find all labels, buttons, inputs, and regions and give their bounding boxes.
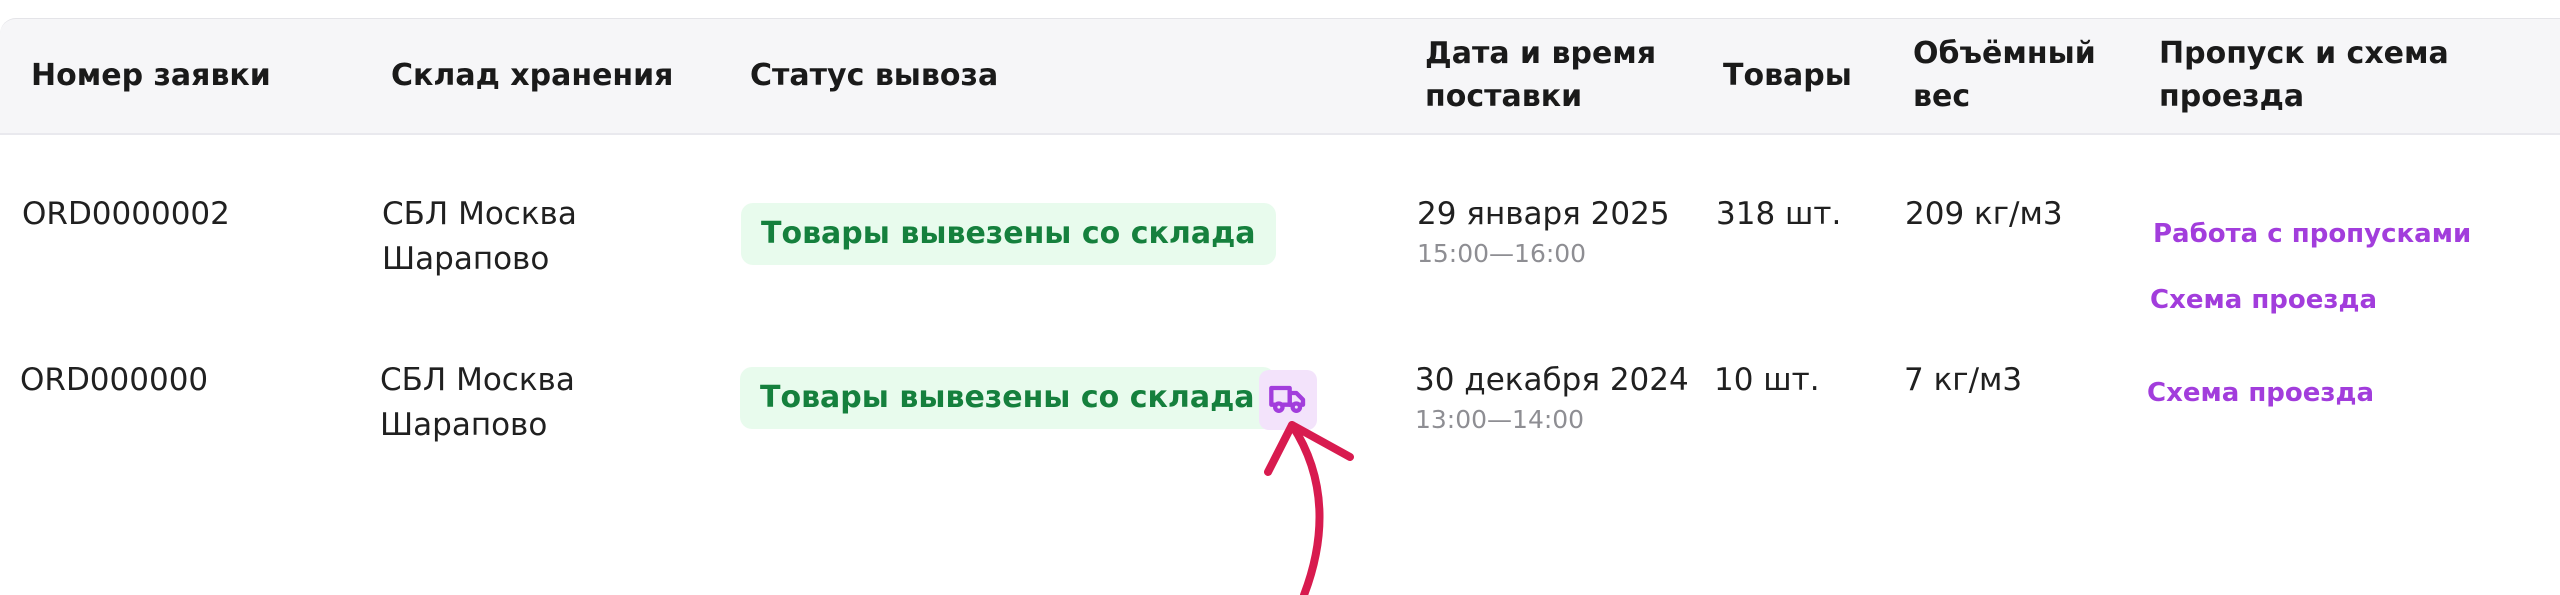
orders-table: Номер заявки Склад хранения Статус вывоз… (0, 18, 2560, 443)
order-number[interactable]: ORD000000 (20, 358, 208, 403)
header-pass-line2: проезда (2159, 79, 2305, 114)
order-number[interactable]: ORD0000002 (22, 192, 230, 237)
header-weight-line2: вес (1913, 79, 1971, 114)
warehouse-line1: СБЛ Москва (382, 196, 577, 232)
goods-count: 318 шт. (1716, 196, 1842, 232)
status-badge: Товары вывезены со склада (741, 203, 1276, 265)
delivery-time: 15:00—16:00 (1417, 239, 1587, 268)
curved-arrow-icon (1264, 421, 1354, 595)
header-order-number[interactable]: Номер заявки (31, 54, 271, 97)
table-header: Номер заявки Склад хранения Статус вывоз… (0, 18, 2560, 135)
header-datetime[interactable]: Дата и время поставки (1425, 32, 1656, 118)
header-goods[interactable]: Товары (1723, 54, 1852, 97)
warehouse-line2: Шарапово (380, 407, 548, 443)
delivery-date: 29 января 2025 (1417, 196, 1670, 232)
warehouse-line1: СБЛ Москва (380, 362, 575, 398)
header-datetime-line1: Дата и время (1425, 36, 1657, 71)
delivery-time: 13:00—14:00 (1415, 405, 1585, 434)
route-scheme-link[interactable]: Схема проезда (2147, 375, 2374, 411)
route-scheme-link[interactable]: Схема проезда (2150, 282, 2377, 318)
passes-link[interactable]: Работа с пропусками (2153, 216, 2471, 252)
header-pass-line1: Пропуск и схема (2159, 36, 2449, 71)
volume-weight: 209 кг/м3 (1905, 196, 2063, 232)
header-weight-line1: Объёмный (1913, 36, 2096, 71)
delivery-date: 30 декабря 2024 (1415, 362, 1689, 398)
header-weight[interactable]: Объёмный вес (1913, 32, 2096, 118)
goods-count: 10 шт. (1714, 362, 1820, 398)
header-pass[interactable]: Пропуск и схема проезда (2159, 32, 2449, 118)
status-badge: Товары вывезены со склада (740, 367, 1275, 429)
header-warehouse[interactable]: Склад хранения (391, 54, 673, 97)
header-datetime-line2: поставки (1425, 79, 1583, 114)
delivery-datetime: 30 декабря 2024 13:00—14:00 (1415, 358, 1689, 437)
delivery-datetime: 29 января 2025 15:00—16:00 (1417, 192, 1670, 271)
warehouse-line2: Шарапово (382, 241, 550, 277)
warehouse: СБЛ Москва Шарапово (382, 192, 577, 282)
volume-weight: 7 кг/м3 (1904, 362, 2023, 398)
warehouse: СБЛ Москва Шарапово (380, 358, 575, 448)
header-status[interactable]: Статус вывоза (750, 54, 998, 97)
